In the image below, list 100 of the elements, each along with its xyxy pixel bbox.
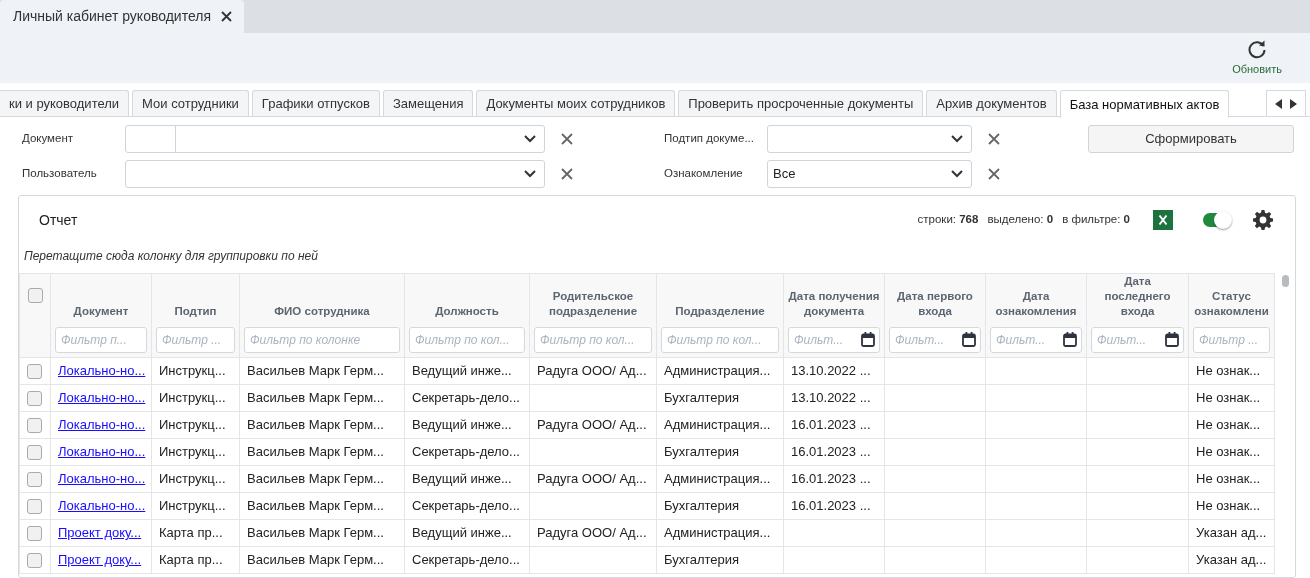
scrollbar-thumb[interactable]	[1281, 275, 1289, 287]
filter-field[interactable]: Фильт...	[889, 326, 981, 353]
group-hint: Перетащите сюда колонку для группировки по ней	[23, 248, 319, 265]
table-cell: Радуга ООО/ Ад...	[537, 417, 647, 433]
table-cell: Радуга ООО/ Ад...	[537, 363, 647, 379]
column-header[interactable]: Дата ознакомления	[990, 288, 1082, 319]
filter-field[interactable]: Фильтр по колонке	[244, 326, 400, 353]
field-label: Подтип докуме...	[664, 131, 755, 147]
chevron-down-icon[interactable]	[524, 135, 536, 143]
table-cell: Васильев Марк Герм...	[247, 471, 384, 487]
checkbox[interactable]	[27, 526, 42, 542]
close-icon[interactable]	[988, 168, 1000, 180]
filter-field[interactable]: Фильтр п...	[55, 326, 147, 353]
checkbox[interactable]	[27, 288, 43, 304]
tab[interactable]: Документы моих сотрудников	[476, 90, 676, 116]
dropdown-field[interactable]: Все	[767, 160, 972, 188]
window-tab[interactable]: Личный кабинет руководителя	[0, 0, 244, 33]
filter-field[interactable]: Фильтр по кол...	[534, 326, 652, 353]
column-header[interactable]: Дата последнего входа	[1091, 274, 1184, 319]
column-header[interactable]: Подтип	[156, 303, 235, 319]
table-cell: Секретарь-дело...	[412, 552, 520, 568]
tab[interactable]: Архив документов	[926, 90, 1057, 116]
table-cell: Васильев Марк Герм...	[247, 444, 384, 460]
stat-text: в фильтре: 0	[1062, 212, 1130, 228]
table-cell: Инструкц...	[159, 444, 226, 460]
close-icon[interactable]	[221, 11, 232, 22]
dropdown-field[interactable]	[767, 125, 972, 153]
calendar-icon[interactable]	[1063, 331, 1077, 347]
filter-field[interactable]: Фильт...	[1091, 326, 1184, 353]
table-cell: 16.01.2023 ...	[791, 471, 871, 487]
table-cell: 13.10.2022 ...	[791, 363, 871, 379]
scroll-left-icon[interactable]	[1275, 98, 1282, 109]
column-header[interactable]: Документ	[55, 303, 147, 319]
column-header[interactable]: Должность	[409, 303, 525, 319]
scroll-right-icon[interactable]	[1290, 98, 1297, 109]
dropdown-field[interactable]	[125, 125, 545, 153]
settings-icon[interactable]	[1253, 210, 1273, 230]
checkbox[interactable]	[27, 364, 42, 380]
table-cell: 16.01.2023 ...	[791, 444, 871, 460]
column-header[interactable]: Статус ознакомлени	[1193, 288, 1270, 319]
table-cell: Карта пр...	[159, 552, 223, 568]
checkbox[interactable]	[27, 499, 42, 515]
table-cell: Инструкц...	[159, 363, 226, 379]
chevron-down-icon[interactable]	[524, 170, 536, 178]
filter-field[interactable]: Фильт...	[990, 326, 1082, 353]
tab[interactable]: База нормативных актов	[1059, 90, 1230, 118]
table-cell: Бухгалтерия	[664, 498, 740, 514]
table-cell: Секретарь-дело...	[412, 390, 520, 406]
filter-field[interactable]: Фильтр по кол...	[409, 326, 525, 353]
filter-field[interactable]: Фильт...	[788, 326, 880, 353]
table-cell: Васильев Марк Герм...	[247, 417, 384, 433]
spreadsheet-icon[interactable]	[1153, 210, 1173, 230]
refresh-button[interactable]: Обновить	[1228, 33, 1286, 83]
toggle-switch[interactable]	[1203, 213, 1229, 227]
table-cell: Администрация...	[664, 471, 771, 487]
filter-field[interactable]: Фильтр по кол...	[661, 326, 779, 353]
column-header[interactable]: Подразделение	[661, 303, 779, 319]
close-icon[interactable]	[561, 168, 573, 180]
checkbox[interactable]	[27, 553, 42, 569]
table-cell: Бухгалтерия	[664, 444, 740, 460]
chevron-down-icon[interactable]	[951, 135, 963, 143]
close-icon[interactable]	[561, 133, 573, 145]
table-cell: Не ознак...	[1196, 444, 1261, 460]
tab[interactable]: Проверить просроченные документы	[678, 90, 924, 116]
calendar-icon[interactable]	[861, 331, 875, 347]
close-icon[interactable]	[988, 133, 1000, 145]
table-cell: Администрация...	[664, 417, 771, 433]
tab[interactable]: Графики отпусков	[251, 90, 380, 116]
checkbox[interactable]	[27, 445, 42, 461]
checkbox[interactable]	[27, 472, 42, 488]
table-cell: Бухгалтерия	[664, 552, 740, 568]
table-cell: Инструкц...	[159, 471, 226, 487]
chevron-down-icon[interactable]	[951, 170, 963, 178]
table-cell: Карта пр...	[159, 525, 223, 541]
table-cell: Не ознак...	[1196, 417, 1261, 433]
table-cell: Не ознак...	[1196, 471, 1261, 487]
table-cell: Администрация...	[664, 363, 771, 379]
dropdown-field[interactable]	[125, 160, 545, 188]
filter-field[interactable]: Фильтр ...	[1193, 326, 1270, 353]
filter-field[interactable]: Фильтр ...	[156, 326, 235, 353]
tab[interactable]: Мои сотрудники	[132, 90, 249, 116]
column-header[interactable]: Родительское подразделение	[534, 288, 652, 319]
column-header[interactable]: Дата получения документа	[788, 288, 880, 319]
stat-text: строки: 768	[917, 212, 979, 228]
generate-button[interactable]: Сформировать	[1088, 125, 1294, 153]
calendar-icon[interactable]	[1165, 331, 1179, 347]
table-cell: Ведущий инже...	[412, 363, 512, 379]
table-cell: 16.01.2023 ...	[791, 417, 871, 433]
tab[interactable]: Замещения	[382, 90, 474, 116]
checkbox[interactable]	[27, 418, 42, 434]
table-cell: Васильев Марк Герм...	[247, 525, 384, 541]
table-cell: Указан ад...	[1196, 525, 1267, 541]
report-title: Отчет	[39, 210, 78, 230]
table-cell: Инструкц...	[159, 498, 226, 514]
tab[interactable]: ки и руководители	[0, 90, 130, 116]
table-cell: Ведущий инже...	[412, 417, 512, 433]
column-header[interactable]: ФИО сотрудника	[244, 303, 400, 319]
calendar-icon[interactable]	[962, 331, 976, 347]
column-header[interactable]: Дата первого входа	[889, 288, 981, 319]
checkbox[interactable]	[27, 391, 42, 407]
